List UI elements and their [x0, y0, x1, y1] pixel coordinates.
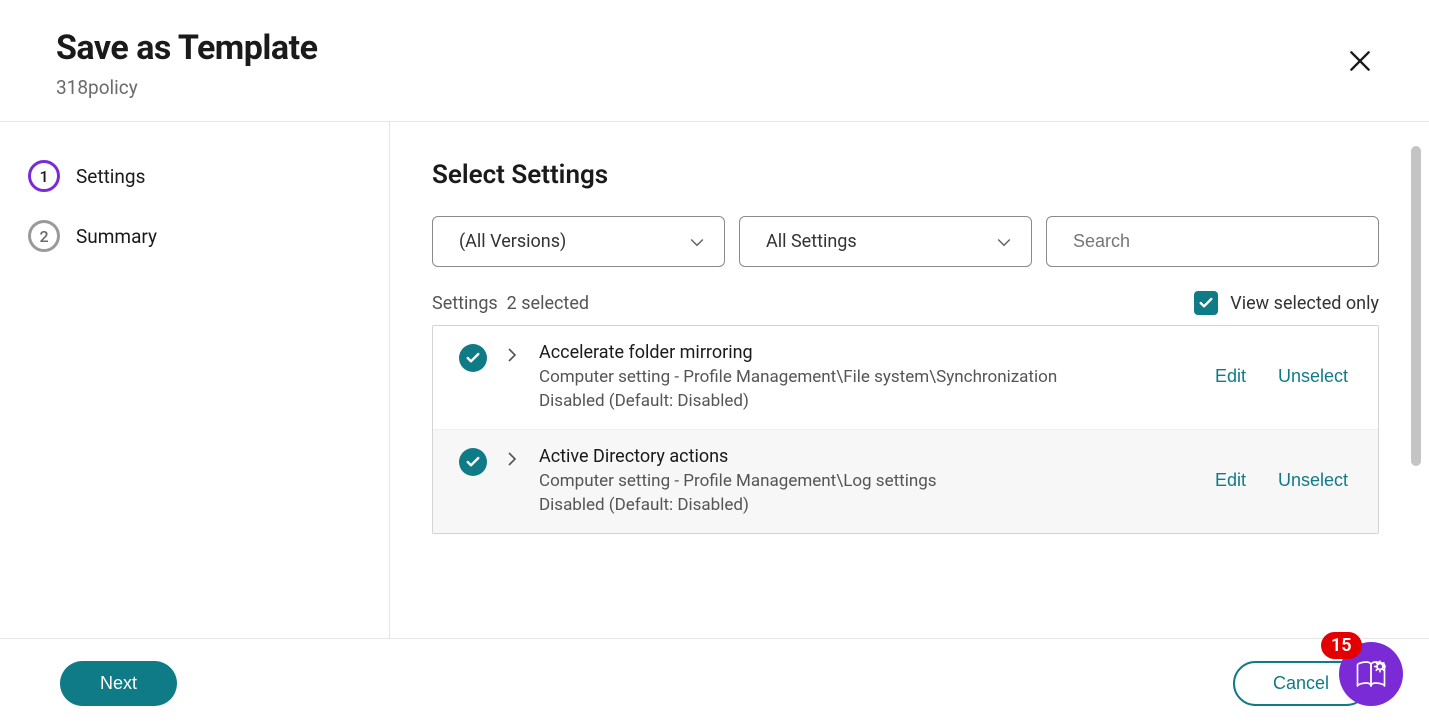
- step-settings[interactable]: 1 Settings: [28, 160, 389, 192]
- page-title: Save as Template: [56, 28, 317, 68]
- help-fab[interactable]: 15: [1339, 642, 1403, 706]
- selected-count: Settings 2 selected: [432, 293, 589, 314]
- step-label: Settings: [76, 165, 145, 188]
- step-summary[interactable]: 2 Summary: [28, 220, 389, 252]
- help-book-icon: [1353, 656, 1389, 692]
- step-number: 1: [28, 160, 60, 192]
- close-button[interactable]: [1339, 40, 1381, 85]
- view-selected-only-label: View selected only: [1230, 293, 1379, 314]
- scrollbar-thumb[interactable]: [1411, 146, 1421, 466]
- notification-badge: 15: [1321, 632, 1362, 659]
- step-number: 2: [28, 220, 60, 252]
- settings-list: Accelerate folder mirroring Computer set…: [432, 325, 1379, 534]
- unselect-button[interactable]: Unselect: [1274, 466, 1352, 495]
- scrollbar[interactable]: [1411, 146, 1421, 616]
- expand-toggle[interactable]: [503, 450, 523, 472]
- selected-check-icon: [459, 344, 487, 372]
- setting-path: Computer setting - Profile Management\Fi…: [539, 367, 1195, 387]
- setting-path: Computer setting - Profile Management\Lo…: [539, 471, 1195, 491]
- main-panel: Select Settings (All Versions) All Setti…: [390, 122, 1429, 638]
- edit-button[interactable]: Edit: [1211, 466, 1250, 495]
- view-selected-only-toggle[interactable]: View selected only: [1194, 291, 1379, 315]
- step-label: Summary: [76, 225, 157, 248]
- selected-check-icon: [459, 448, 487, 476]
- count-value: 2 selected: [507, 293, 589, 314]
- expand-toggle[interactable]: [503, 346, 523, 368]
- count-label: Settings: [432, 293, 498, 314]
- unselect-button[interactable]: Unselect: [1274, 362, 1352, 391]
- versions-dropdown[interactable]: (All Versions): [432, 216, 725, 267]
- setting-value: Disabled (Default: Disabled): [539, 391, 1195, 411]
- setting-row: Accelerate folder mirroring Computer set…: [433, 326, 1378, 430]
- dialog-header: Save as Template 318policy: [0, 0, 1429, 122]
- setting-row: Active Directory actions Computer settin…: [433, 430, 1378, 533]
- close-icon: [1347, 48, 1373, 74]
- page-subtitle: 318policy: [56, 76, 317, 99]
- section-title: Select Settings: [432, 160, 1379, 190]
- setting-value: Disabled (Default: Disabled): [539, 495, 1195, 515]
- category-dropdown[interactable]: All Settings: [739, 216, 1032, 267]
- filter-row: (All Versions) All Settings: [432, 216, 1379, 267]
- setting-title: Accelerate folder mirroring: [539, 342, 1195, 363]
- versions-dropdown-label: (All Versions): [432, 216, 725, 267]
- chevron-right-icon: [503, 346, 521, 364]
- category-dropdown-label: All Settings: [739, 216, 1032, 267]
- edit-button[interactable]: Edit: [1211, 362, 1250, 391]
- checkbox-checked-icon: [1194, 291, 1218, 315]
- wizard-steps: 1 Settings 2 Summary: [0, 122, 390, 638]
- search-input[interactable]: [1046, 216, 1379, 267]
- setting-title: Active Directory actions: [539, 446, 1195, 467]
- chevron-right-icon: [503, 450, 521, 468]
- dialog-footer: Next Cancel: [0, 638, 1429, 728]
- next-button[interactable]: Next: [60, 661, 177, 706]
